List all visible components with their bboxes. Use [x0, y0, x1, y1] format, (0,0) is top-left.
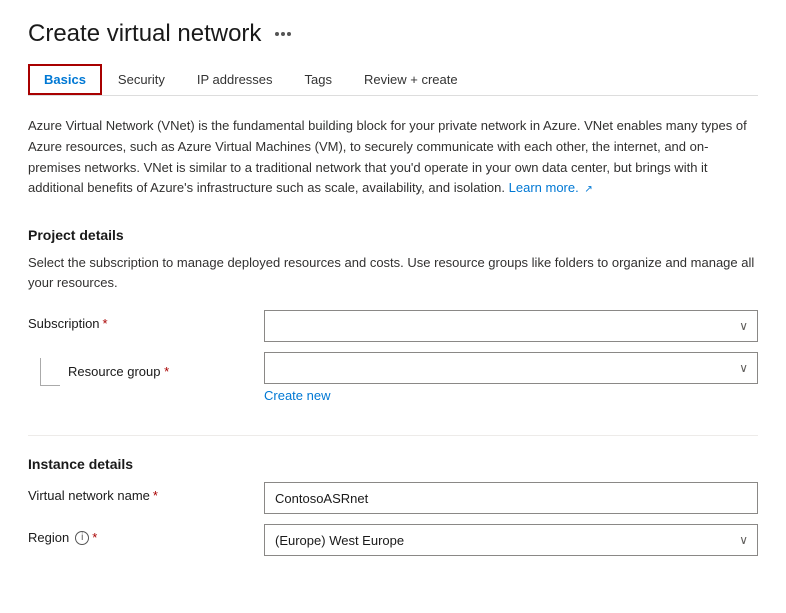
indent-line [40, 358, 60, 386]
ellipsis-dot-2 [281, 32, 285, 36]
vnet-name-required: * [153, 488, 158, 503]
ellipsis-button[interactable] [271, 28, 295, 40]
resource-group-select[interactable] [264, 352, 758, 384]
resource-group-required: * [164, 364, 169, 379]
resource-group-label-text: Resource group [68, 364, 161, 379]
ellipsis-dot-1 [275, 32, 279, 36]
learn-more-link[interactable]: Learn more. ↗ [509, 180, 593, 195]
create-new-link[interactable]: Create new [264, 388, 330, 403]
vnet-name-label: Virtual network name * [28, 488, 248, 503]
region-info-icon[interactable]: i [75, 531, 89, 545]
region-required: * [92, 530, 97, 545]
tab-ip-addresses[interactable]: IP addresses [181, 64, 289, 95]
vnet-name-label-text: Virtual network name [28, 488, 150, 503]
resource-group-control-col: ∨ Create new [264, 352, 758, 403]
tab-basics[interactable]: Basics [28, 64, 102, 95]
instance-details-heading: Instance details [28, 456, 758, 472]
region-control-col: (Europe) West Europe ∨ [264, 524, 758, 556]
page-title-row: Create virtual network [28, 20, 758, 48]
subscription-dropdown-wrapper: ∨ [264, 310, 758, 342]
subscription-row: Subscription * ∨ [28, 310, 758, 342]
resource-group-row: Resource group * ∨ Create new [28, 352, 758, 403]
subscription-label-text: Subscription [28, 316, 100, 331]
subscription-control-col: ∨ [264, 310, 758, 342]
project-details-heading: Project details [28, 227, 758, 243]
subscription-select[interactable] [264, 310, 758, 342]
region-select[interactable]: (Europe) West Europe [264, 524, 758, 556]
ellipsis-dot-3 [287, 32, 291, 36]
region-label-col: Region i * [28, 524, 248, 545]
tab-tags[interactable]: Tags [289, 64, 348, 95]
virtual-network-name-row: Virtual network name * [28, 482, 758, 514]
tab-review-create[interactable]: Review + create [348, 64, 474, 95]
vnet-name-input[interactable] [264, 482, 758, 514]
tab-bar: Basics Security IP addresses Tags Review… [28, 64, 758, 96]
resource-group-label: Resource group * [68, 358, 169, 379]
region-dropdown-wrapper: (Europe) West Europe ∨ [264, 524, 758, 556]
region-label: Region i * [28, 530, 248, 545]
description-block: Azure Virtual Network (VNet) is the fund… [28, 116, 758, 199]
external-link-icon: ↗ [584, 182, 592, 198]
vnet-name-control-col [264, 482, 758, 514]
vnet-name-label-col: Virtual network name * [28, 482, 248, 503]
project-details-section: Project details Select the subscription … [28, 227, 758, 403]
project-details-description: Select the subscription to manage deploy… [28, 253, 758, 292]
instance-details-section: Instance details Virtual network name * … [28, 456, 758, 556]
section-divider [28, 435, 758, 436]
tab-security[interactable]: Security [102, 64, 181, 95]
subscription-required: * [103, 316, 108, 331]
resource-group-indent: Resource group * [28, 352, 248, 386]
region-label-text: Region [28, 530, 69, 545]
region-row: Region i * (Europe) West Europe ∨ [28, 524, 758, 556]
learn-more-label: Learn more. [509, 180, 579, 195]
resource-group-dropdown-wrapper: ∨ [264, 352, 758, 384]
subscription-label-col: Subscription * [28, 310, 248, 331]
subscription-label: Subscription * [28, 316, 248, 331]
description-text: Azure Virtual Network (VNet) is the fund… [28, 118, 747, 195]
page-title: Create virtual network [28, 20, 261, 48]
